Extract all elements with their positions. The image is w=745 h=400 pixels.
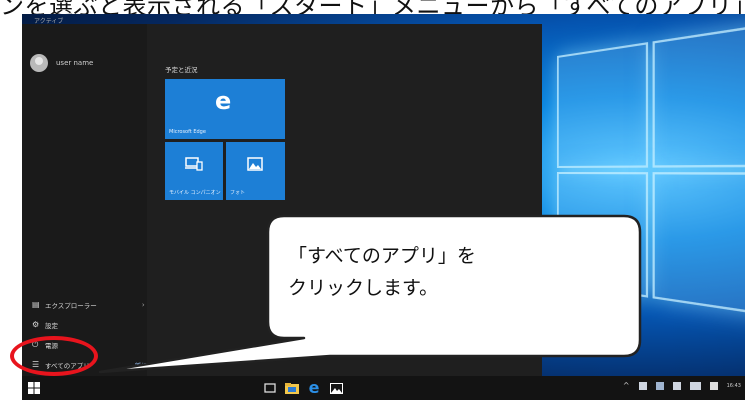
highlight-ring [10, 336, 98, 376]
callout-line: 「すべてのアプリ」を [288, 240, 598, 272]
callout-bubble [0, 0, 745, 400]
callout-text: 「すべてのアプリ」を クリックします。 [288, 240, 598, 304]
callout-line: クリックします。 [288, 272, 598, 304]
